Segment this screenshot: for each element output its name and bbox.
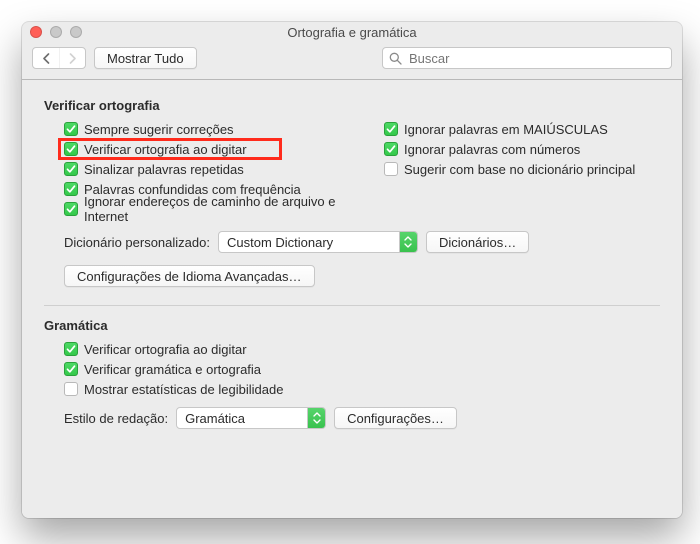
chevron-left-icon	[42, 53, 51, 64]
checkbox-row-g-check-grammar: Verificar gramática e ortografia	[64, 359, 660, 379]
checkbox-row-g-readability: Mostrar estatísticas de legibilidade	[64, 379, 660, 399]
checkbox-label-suggest-main-dict: Sugerir com base no dicionário principal	[404, 162, 635, 177]
custom-dictionary-row: Dicionário personalizado: Custom Diction…	[64, 231, 660, 253]
checkbox-row-ignore-numbers: Ignorar palavras com números	[384, 139, 660, 159]
spelling-heading: Verificar ortografia	[44, 98, 660, 113]
close-window-button[interactable]	[30, 26, 42, 38]
checkbox-g-readability[interactable]	[64, 382, 78, 396]
checkbox-row-suggest-main-dict: Sugerir com base no dicionário principal	[384, 159, 660, 179]
checkbox-g-check-grammar[interactable]	[64, 362, 78, 376]
chevron-right-icon	[68, 53, 77, 64]
checkbox-check-as-type[interactable]	[64, 142, 78, 156]
checkbox-label-ignore-uppercase: Ignorar palavras em MAIÚSCULAS	[404, 122, 608, 137]
custom-dictionary-label: Dicionário personalizado:	[64, 235, 210, 250]
checkbox-label-check-as-type: Verificar ortografia ao digitar	[84, 142, 247, 157]
dictionaries-button[interactable]: Dicionários…	[426, 231, 529, 253]
traffic-lights	[30, 26, 82, 38]
checkbox-row-ignore-paths: Ignorar endereços de caminho de arquivo …	[64, 199, 364, 219]
section-divider	[44, 305, 660, 306]
zoom-window-button[interactable]	[70, 26, 82, 38]
search-input[interactable]	[407, 50, 665, 67]
minimize-window-button[interactable]	[50, 26, 62, 38]
search-icon	[389, 52, 402, 65]
advanced-language-row: Configurações de Idioma Avançadas…	[64, 265, 660, 287]
checkbox-suggest-main-dict[interactable]	[384, 162, 398, 176]
updown-stepper-icon	[307, 408, 325, 428]
preferences-window: Ortografia e gramática Mostrar Tudo Veri…	[22, 22, 682, 518]
checkbox-row-flag-repeated: Sinalizar palavras repetidas	[64, 159, 364, 179]
checkbox-flag-repeated[interactable]	[64, 162, 78, 176]
checkbox-ignore-uppercase[interactable]	[384, 122, 398, 136]
advanced-language-button[interactable]: Configurações de Idioma Avançadas…	[64, 265, 315, 287]
grammar-settings-button[interactable]: Configurações…	[334, 407, 457, 429]
checkmark-icon	[66, 344, 76, 354]
checkbox-label-g-readability: Mostrar estatísticas de legibilidade	[84, 382, 283, 397]
checkmark-icon	[66, 144, 76, 154]
updown-stepper-icon	[399, 232, 417, 252]
custom-dictionary-value: Custom Dictionary	[219, 232, 399, 252]
checkbox-row-g-check-as-type: Verificar ortografia ao digitar	[64, 339, 660, 359]
checkbox-label-g-check-as-type: Verificar ortografia ao digitar	[84, 342, 247, 357]
writing-style-row: Estilo de redação: Gramática Configuraçõ…	[64, 407, 660, 429]
show-all-button[interactable]: Mostrar Tudo	[94, 47, 197, 69]
custom-dictionary-select[interactable]: Custom Dictionary	[218, 231, 418, 253]
checkmark-icon	[386, 124, 396, 134]
spelling-left-column: Sempre sugerir correções Verificar ortogr…	[64, 119, 364, 219]
checkbox-row-always-suggest: Sempre sugerir correções	[64, 119, 364, 139]
checkmark-icon	[66, 364, 76, 374]
nav-forward-button[interactable]	[59, 48, 85, 68]
titlebar: Ortografia e gramática	[22, 22, 682, 43]
search-field-wrap[interactable]	[382, 47, 672, 69]
checkbox-label-g-check-grammar: Verificar gramática e ortografia	[84, 362, 261, 377]
checkbox-always-suggest[interactable]	[64, 122, 78, 136]
checkbox-row-ignore-uppercase: Ignorar palavras em MAIÚSCULAS	[384, 119, 660, 139]
writing-style-label: Estilo de redação:	[64, 411, 168, 426]
checkbox-ignore-numbers[interactable]	[384, 142, 398, 156]
writing-style-value: Gramática	[177, 408, 307, 428]
checkbox-label-flag-repeated: Sinalizar palavras repetidas	[84, 162, 244, 177]
grammar-heading: Gramática	[44, 318, 660, 333]
toolbar: Mostrar Tudo	[22, 43, 682, 80]
checkmark-icon	[66, 164, 76, 174]
writing-style-select[interactable]: Gramática	[176, 407, 326, 429]
window-title: Ortografia e gramática	[287, 25, 416, 40]
grammar-options: Verificar ortografia ao digitar Verificar…	[64, 339, 660, 399]
checkmark-icon	[66, 204, 76, 214]
checkbox-label-ignore-paths: Ignorar endereços de caminho de arquivo …	[84, 194, 364, 224]
checkbox-label-always-suggest: Sempre sugerir correções	[84, 122, 234, 137]
checkmark-icon	[386, 144, 396, 154]
nav-back-forward	[32, 47, 86, 69]
checkmark-icon	[66, 184, 76, 194]
checkbox-ignore-paths[interactable]	[64, 202, 78, 216]
checkbox-g-check-as-type[interactable]	[64, 342, 78, 356]
spelling-right-column: Ignorar palavras em MAIÚSCULAS Ignorar pa…	[384, 119, 660, 219]
checkmark-icon	[66, 124, 76, 134]
checkbox-label-ignore-numbers: Ignorar palavras com números	[404, 142, 580, 157]
checkbox-row-check-as-type: Verificar ortografia ao digitar	[64, 139, 364, 159]
preferences-body: Verificar ortografia Sempre sugerir corr…	[22, 80, 682, 518]
spelling-columns: Sempre sugerir correções Verificar ortogr…	[44, 119, 660, 219]
checkbox-confused-words[interactable]	[64, 182, 78, 196]
nav-back-button[interactable]	[33, 48, 59, 68]
